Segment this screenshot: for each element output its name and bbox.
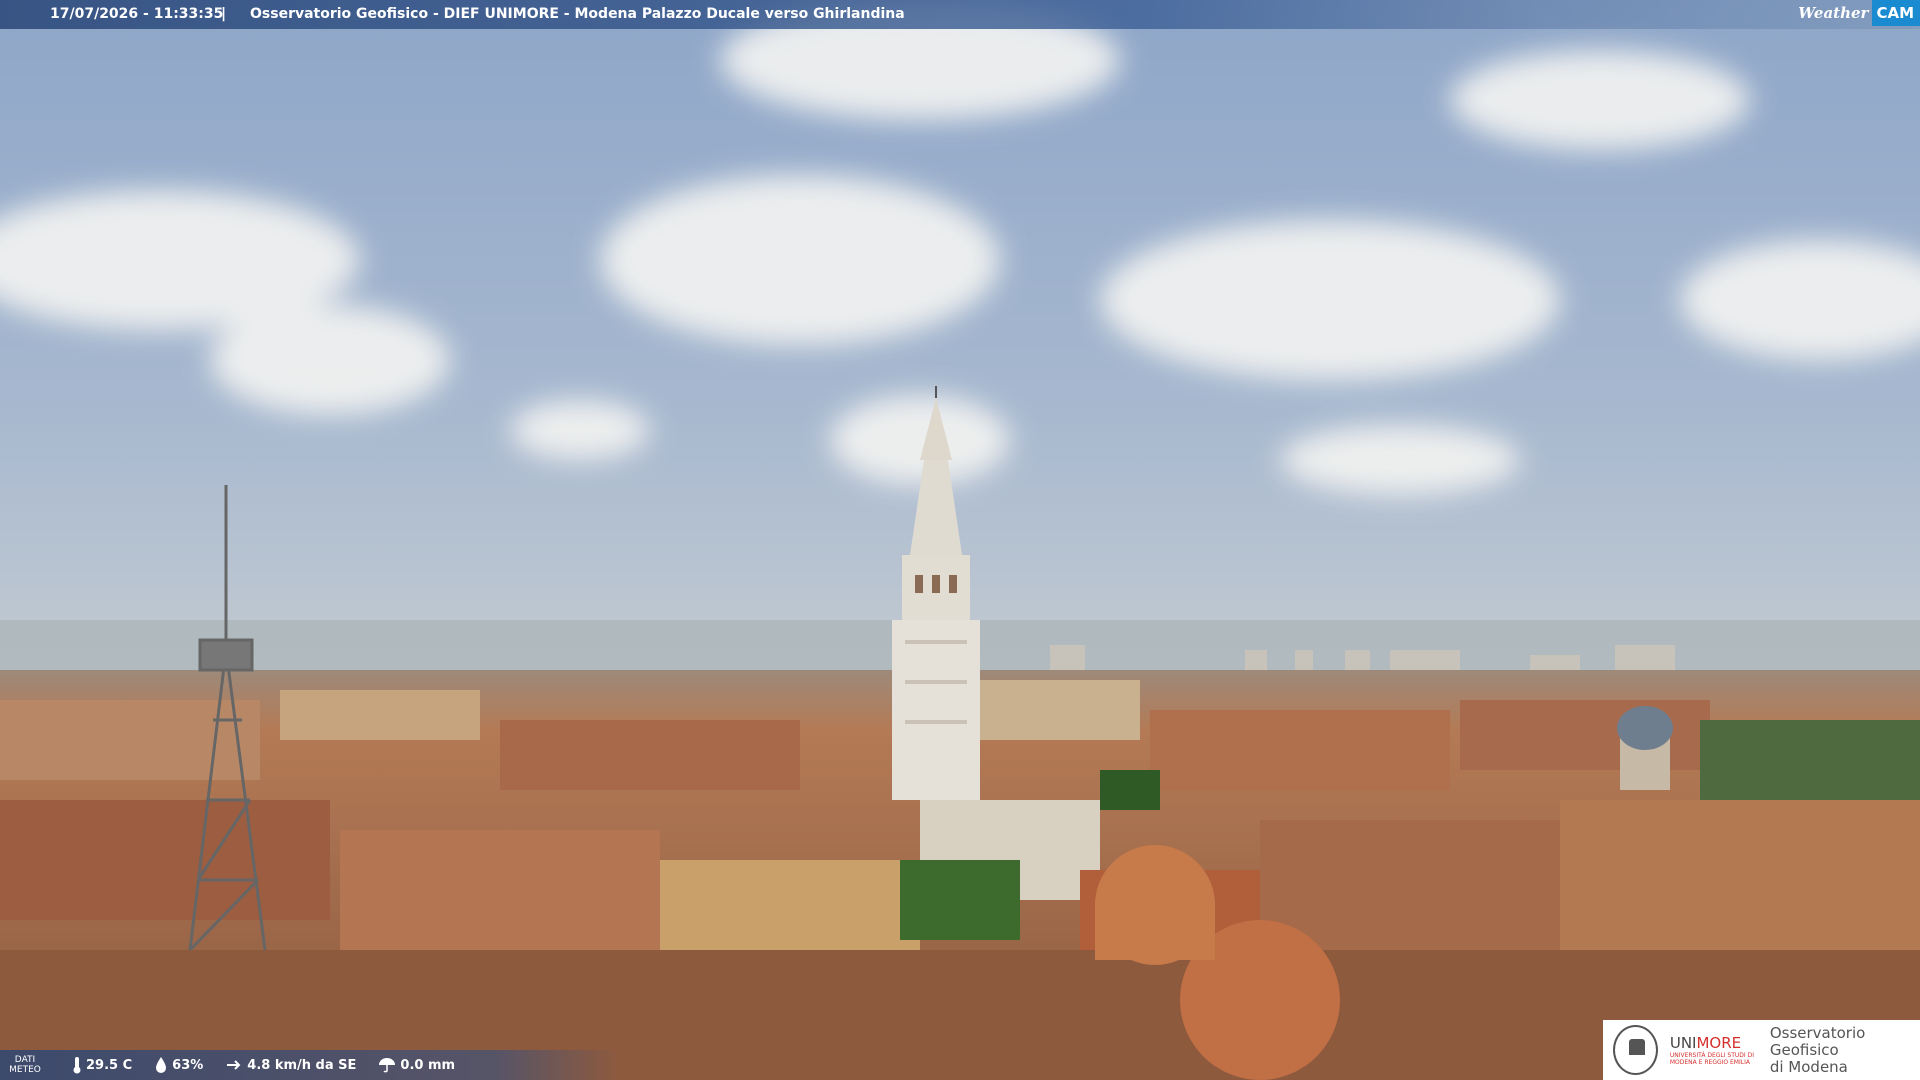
- dome-right: [1617, 706, 1673, 790]
- weathercam-logo: Weather CAM: [1798, 0, 1920, 26]
- rain-reading: 0.0 mm: [378, 1056, 455, 1074]
- weathercam-logo-cam: CAM: [1872, 0, 1920, 26]
- unimore-wordmark-more: MORE: [1696, 1034, 1742, 1052]
- temperature-value: 29.5 C: [86, 1057, 133, 1073]
- umbrella-icon: [379, 1058, 396, 1073]
- unimore-wordmark-uni: UNI: [1669, 1034, 1697, 1052]
- unimore-wordmark: UNIMORE UNIVERSITÀ DEGLI STUDI DI MODENA…: [1670, 1034, 1760, 1066]
- unimore-subtitle: UNIVERSITÀ DEGLI STUDI DI MODENA E REGGI…: [1669, 1052, 1754, 1066]
- wind-reading: 4.8 km/h da SE: [225, 1056, 356, 1074]
- university-seal-icon: [1613, 1025, 1658, 1075]
- unimore-logo-panel: UNIMORE UNIVERSITÀ DEGLI STUDI DI MODENA…: [1603, 1020, 1920, 1080]
- weather-data-bar: DATI METEO 29.5 C 63% 4.8 km/h da SE 0.0…: [0, 1050, 620, 1080]
- weather-data-label: DATI METEO: [0, 1055, 50, 1075]
- temperature-reading: 29.5 C: [72, 1056, 132, 1074]
- weather-data-label-line2: METEO: [9, 1065, 41, 1075]
- observatory-name: Osservatorio Geofisico di Modena: [1769, 1023, 1920, 1076]
- humidity-drop-icon: [156, 1057, 167, 1073]
- weathercam-logo-weather: Weather: [1798, 3, 1869, 22]
- wind-icon: [227, 1060, 241, 1070]
- camera-title: Osservatorio Geofisico - DIEF UNIMORE - …: [250, 6, 905, 22]
- caption-separator: |: [221, 6, 227, 22]
- caption-bar: 17/07/2026 - 11:33:35 | Osservatorio Geo…: [0, 0, 1920, 29]
- humidity-value: 63%: [172, 1057, 204, 1073]
- observatory-name-line2: di Modena: [1769, 1057, 1848, 1076]
- timestamp: 17/07/2026 - 11:33:35: [50, 6, 224, 22]
- webcam-image: [0, 0, 1920, 1080]
- rain-value: 0.0 mm: [400, 1057, 456, 1073]
- observatory-name-line1: Osservatorio Geofisico: [1769, 1023, 1866, 1059]
- weather-data-label-line1: DATI: [14, 1055, 36, 1065]
- humidity-reading: 63%: [154, 1056, 203, 1074]
- wind-value: 4.8 km/h da SE: [247, 1057, 357, 1073]
- thermometer-icon: [73, 1057, 81, 1074]
